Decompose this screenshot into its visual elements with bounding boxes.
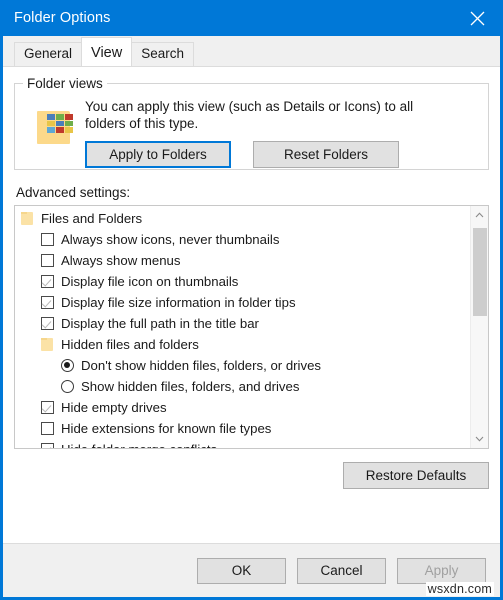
radio-button[interactable]: [61, 359, 74, 372]
advanced-setting-label: Display the full path in the title bar: [61, 316, 259, 331]
advanced-setting-row[interactable]: Always show icons, never thumbnails: [15, 229, 470, 250]
apply-button: Apply: [397, 557, 486, 584]
advanced-settings-listbox[interactable]: Files and Folders Always show icons, neve…: [14, 205, 489, 449]
tab-general[interactable]: General: [14, 42, 83, 66]
folder-views-group-title: Folder views: [23, 76, 107, 91]
restore-defaults-button[interactable]: Restore Defaults: [343, 462, 489, 489]
dialog-footer: OK Cancel Apply wsxdn.com: [3, 543, 500, 597]
advanced-setting-label: Always show menus: [61, 253, 181, 268]
checkbox[interactable]: [41, 296, 54, 309]
watermark: wsxdn.com: [425, 582, 494, 596]
advanced-settings-label: Advanced settings:: [16, 185, 131, 200]
scroll-up-button[interactable]: [471, 206, 488, 224]
chevron-up-icon: [475, 210, 484, 220]
advanced-settings-scrollbar[interactable]: [470, 206, 488, 448]
tab-strip: General View Search: [3, 36, 500, 67]
advanced-settings-list: Files and Folders Always show icons, neve…: [15, 206, 470, 448]
checkbox[interactable]: [41, 254, 54, 267]
reset-folders-button[interactable]: Reset Folders: [253, 141, 399, 168]
checkbox[interactable]: [41, 443, 54, 448]
advanced-setting-row[interactable]: Display file icon on thumbnails: [15, 271, 470, 292]
scrollbar-track[interactable]: [471, 224, 488, 430]
folder-icon: [21, 212, 33, 225]
close-icon: [470, 11, 485, 26]
advanced-setting-row[interactable]: Don't show hidden files, folders, or dri…: [15, 355, 470, 376]
tab-search[interactable]: Search: [131, 42, 194, 66]
advanced-setting-label: Display file icon on thumbnails: [61, 274, 239, 289]
advanced-setting-row[interactable]: Show hidden files, folders, and drives: [15, 376, 470, 397]
advanced-setting-label: Show hidden files, folders, and drives: [81, 379, 300, 394]
advanced-setting-row[interactable]: Hidden files and folders: [15, 334, 470, 355]
advanced-setting-label: Hide extensions for known file types: [61, 421, 272, 436]
advanced-setting-label: Hide empty drives: [61, 400, 167, 415]
advanced-setting-label: Files and Folders: [41, 211, 143, 226]
advanced-setting-label: Hidden files and folders: [61, 337, 199, 352]
close-button[interactable]: [455, 0, 500, 36]
cancel-button[interactable]: Cancel: [297, 557, 386, 584]
tab-view[interactable]: View: [81, 37, 133, 66]
advanced-setting-row[interactable]: Always show menus: [15, 250, 470, 271]
advanced-setting-row[interactable]: Display file size information in folder …: [15, 292, 470, 313]
checkbox[interactable]: [41, 422, 54, 435]
advanced-setting-label: Display file size information in folder …: [61, 295, 296, 310]
advanced-setting-row[interactable]: Hide extensions for known file types: [15, 418, 470, 439]
folder-views-description: You can apply this view (such as Details…: [85, 99, 414, 131]
folder-views-group: Folder views You can apply this view (su…: [14, 76, 489, 170]
checkbox[interactable]: [41, 275, 54, 288]
checkbox[interactable]: [41, 317, 54, 330]
ok-button[interactable]: OK: [197, 557, 286, 584]
scroll-down-button[interactable]: [471, 430, 488, 448]
radio-button[interactable]: [61, 380, 74, 393]
apply-to-folders-button[interactable]: Apply to Folders: [85, 141, 231, 168]
advanced-setting-row[interactable]: Display the full path in the title bar: [15, 313, 470, 334]
scrollbar-thumb[interactable]: [473, 228, 487, 316]
view-tab-panel: Folder views You can apply this view (su…: [3, 67, 500, 543]
window-title: Folder Options: [14, 10, 111, 26]
folder-icon: [41, 338, 53, 351]
folder-options-dialog: Folder Options General View Search Folde…: [0, 0, 503, 600]
advanced-setting-row[interactable]: Files and Folders: [15, 208, 470, 229]
advanced-setting-label: Don't show hidden files, folders, or dri…: [81, 358, 322, 373]
advanced-setting-label: Always show icons, never thumbnails: [61, 232, 280, 247]
advanced-setting-row[interactable]: Hide empty drives: [15, 397, 470, 418]
title-bar: Folder Options: [3, 0, 500, 36]
folder-with-thumbnails-icon: [37, 108, 79, 148]
advanced-setting-row[interactable]: Hide folder merge conflicts: [15, 439, 470, 448]
checkbox[interactable]: [41, 401, 54, 414]
checkbox[interactable]: [41, 233, 54, 246]
chevron-down-icon: [475, 434, 484, 444]
advanced-setting-label: Hide folder merge conflicts: [61, 442, 217, 448]
